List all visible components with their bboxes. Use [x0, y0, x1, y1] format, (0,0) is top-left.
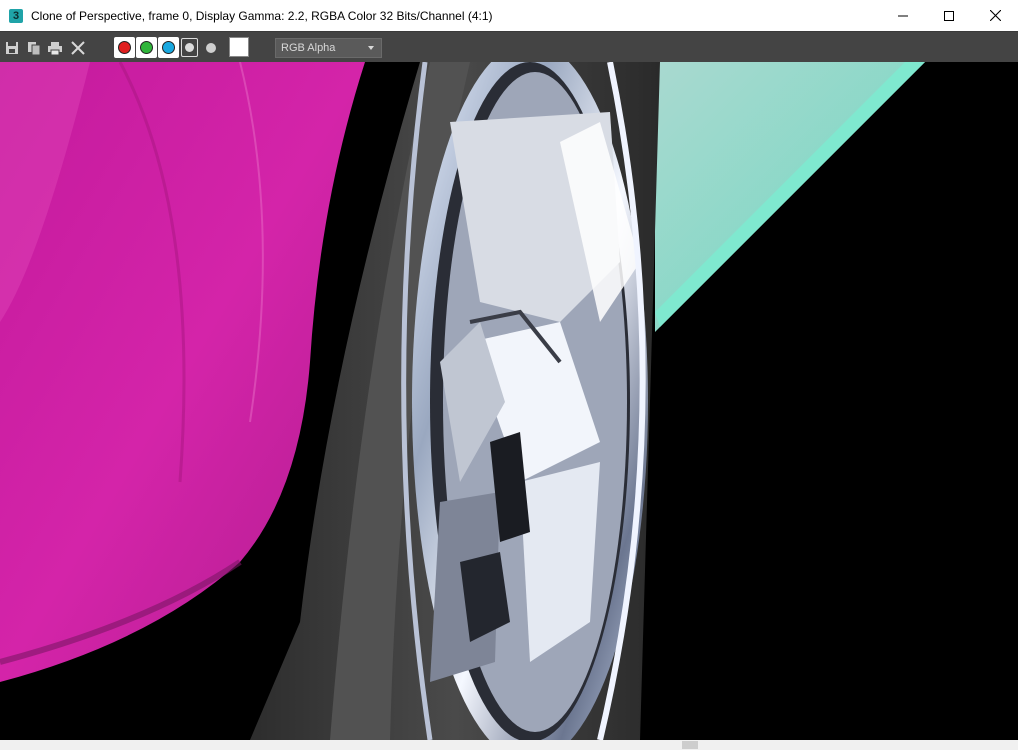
channel-display-select[interactable]: RGB Alpha	[275, 38, 382, 58]
minimize-icon	[898, 15, 908, 16]
rendered-image	[0, 62, 1018, 740]
copy-icon[interactable]	[26, 40, 42, 56]
window-title: Clone of Perspective, frame 0, Display G…	[31, 8, 493, 23]
clear-icon[interactable]	[70, 40, 86, 56]
app-logo-icon: 3	[9, 8, 23, 23]
alpha-channel-icon[interactable]	[206, 43, 216, 53]
frame-buffer-toolbar: RGB Alpha	[0, 31, 1018, 62]
green-channel-toggle[interactable]	[136, 37, 157, 58]
red-channel-icon	[118, 41, 131, 54]
green-channel-icon	[140, 41, 153, 54]
close-icon	[989, 10, 1001, 21]
maximize-button[interactable]	[926, 0, 972, 31]
monochrome-icon	[185, 43, 194, 52]
red-channel-toggle[interactable]	[114, 37, 135, 58]
print-icon[interactable]	[47, 40, 63, 56]
monochrome-toggle[interactable]	[181, 38, 198, 57]
title-bar: 3 Clone of Perspective, frame 0, Display…	[0, 0, 1018, 31]
horizontal-scrollbar[interactable]	[0, 740, 1018, 750]
blue-channel-toggle[interactable]	[158, 37, 179, 58]
render-viewport[interactable]	[0, 62, 1018, 740]
scrollbar-thumb[interactable]	[682, 741, 698, 749]
blue-channel-icon	[162, 41, 175, 54]
chevron-down-icon	[368, 46, 374, 50]
color-swatch[interactable]	[229, 37, 249, 57]
minimize-button[interactable]	[880, 0, 926, 31]
close-button[interactable]	[972, 0, 1018, 31]
channel-display-value: RGB Alpha	[281, 42, 336, 54]
save-icon[interactable]	[4, 40, 20, 56]
maximize-icon	[944, 10, 954, 21]
